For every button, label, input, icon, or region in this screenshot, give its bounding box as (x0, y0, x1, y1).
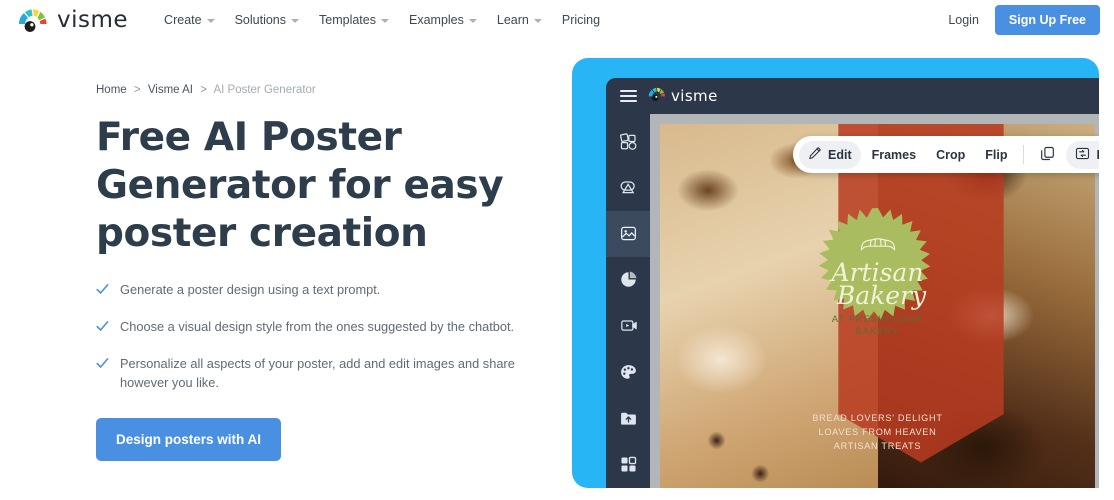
toolbar-frames-button[interactable]: Frames (863, 141, 925, 169)
feature-list: Generate a poster design using a text pr… (96, 280, 546, 392)
editor-sidebar (606, 114, 650, 488)
toolbar-label: Flip (985, 147, 1008, 162)
menu-label: Pricing (561, 13, 601, 27)
page-root: visme Create Solutions Templates Example… (0, 0, 1114, 500)
chevron-down-icon (533, 19, 542, 23)
check-icon (96, 319, 109, 338)
editor-brand-wordmark: visme (671, 87, 718, 105)
duplicate-icon (1040, 146, 1055, 164)
list-item: Personalize all aspects of your poster, … (96, 354, 546, 392)
check-icon (96, 282, 109, 301)
toolbar-divider (1023, 145, 1025, 164)
sidebar-item-apps[interactable] (606, 442, 650, 488)
chevron-down-icon (291, 19, 300, 23)
poster-badge: Artisan Bakery AT FRESHFLOUR BAKERY (798, 206, 958, 366)
list-item-label: Personalize all aspects of your poster, … (120, 356, 515, 390)
toolbar-label: Frames (871, 147, 917, 162)
nav-right-actions: Login Sign Up Free (948, 0, 1100, 40)
editor-window: visme Artisan Bakery AT FRESHFLOUR BAKER… (606, 78, 1099, 488)
breadcrumb-item-current: AI Poster Generator (213, 84, 316, 96)
sidebar-item-shapes[interactable] (606, 164, 650, 210)
page-title: Free AI Poster Generator for easy poster… (96, 115, 504, 256)
menu-item-solutions[interactable]: Solutions (234, 13, 300, 27)
list-item-label: Choose a visual design style from the on… (120, 319, 515, 334)
sidebar-item-video[interactable] (606, 303, 650, 349)
design-posters-with-ai-button[interactable]: Design posters with AI (96, 418, 282, 461)
menu-item-learn[interactable]: Learn (497, 13, 542, 27)
poster-tagline: BREAD LOVERS' DELIGHT LOAVES FROM HEAVEN… (777, 411, 977, 453)
menu-item-create[interactable]: Create (164, 13, 215, 27)
poster-artwork[interactable]: Artisan Bakery AT FRESHFLOUR BAKERY BREA… (660, 124, 1095, 488)
editor-brand-logo: visme (647, 86, 718, 107)
toolbar-edit-button[interactable]: Edit (799, 140, 861, 169)
hero-section: Home > Visme AI > AI Poster Generator Fr… (96, 84, 546, 461)
image-toolbar: Edit Frames Crop Flip (793, 136, 1099, 173)
chevron-down-icon (468, 19, 477, 23)
menu-label: Learn (496, 13, 529, 27)
sidebar-item-image[interactable] (606, 210, 650, 257)
sidebar-item-chart[interactable] (606, 257, 650, 303)
menu-item-pricing[interactable]: Pricing (562, 13, 600, 27)
toolbar-label: Edit (828, 147, 852, 162)
main-menu: Create Solutions Templates Examples Lear… (164, 13, 600, 27)
list-item-label: Generate a poster design using a text pr… (120, 282, 381, 297)
hamburger-menu-icon[interactable] (620, 90, 637, 102)
visme-brand-logo[interactable]: visme (16, 7, 128, 33)
menu-item-templates[interactable]: Templates (319, 13, 389, 27)
menu-label: Create (164, 13, 202, 27)
list-item: Choose a visual design style from the on… (96, 317, 546, 338)
list-item: Generate a poster design using a text pr… (96, 280, 546, 301)
menu-label: Examples (409, 13, 464, 27)
menu-item-examples[interactable]: Examples (409, 13, 477, 27)
chevron-down-icon (381, 19, 389, 23)
breadcrumb-item-visme-ai[interactable]: Visme AI (148, 84, 193, 96)
editor-header: visme (606, 78, 1099, 114)
sidebar-item-upload[interactable] (606, 396, 650, 442)
badge-starburst-shape (818, 207, 930, 320)
sidebar-item-basic-blocks[interactable] (606, 118, 650, 164)
sidebar-item-palette[interactable] (606, 349, 650, 395)
check-icon (96, 356, 109, 375)
app-mockup: visme Artisan Bakery AT FRESHFLOUR BAKER… (572, 58, 1099, 488)
top-navigation-bar: visme Create Solutions Templates Example… (0, 0, 1114, 40)
visme-logo-icon (647, 86, 667, 107)
tagline-line-3: ARTISAN TREATS (833, 441, 922, 452)
toolbar-duplicate-button[interactable] (1031, 141, 1064, 169)
tagline-line-2: LOAVES FROM HEAVEN (818, 427, 937, 438)
menu-label: Solutions (234, 13, 287, 27)
sign-up-free-button[interactable]: Sign Up Free (994, 5, 1100, 35)
toolbar-flip-button[interactable]: Flip (976, 141, 1016, 169)
brand-wordmark: visme (57, 7, 129, 33)
breadcrumb: Home > Visme AI > AI Poster Generator (96, 84, 546, 96)
visme-logo-icon (16, 7, 50, 33)
pencil-icon (808, 146, 822, 163)
tagline-line-1: BREAD LOVERS' DELIGHT (812, 413, 943, 424)
editor-canvas: Artisan Bakery AT FRESHFLOUR BAKERY BREA… (650, 114, 1099, 488)
breadcrumb-separator: > (133, 84, 141, 96)
breadcrumb-separator: > (200, 84, 207, 96)
replace-icon (1075, 146, 1090, 164)
login-link[interactable]: Login (948, 13, 979, 27)
toolbar-label: Crop (936, 147, 966, 162)
editor-body: Artisan Bakery AT FRESHFLOUR BAKERY BREA… (606, 114, 1099, 488)
chevron-down-icon (206, 19, 215, 23)
toolbar-replace-button[interactable]: Replace (1066, 140, 1099, 169)
breadcrumb-item-home[interactable]: Home (96, 84, 127, 96)
toolbar-crop-button[interactable]: Crop (927, 141, 974, 169)
toolbar-label: Replace (1096, 148, 1099, 162)
menu-label: Templates (319, 13, 376, 27)
